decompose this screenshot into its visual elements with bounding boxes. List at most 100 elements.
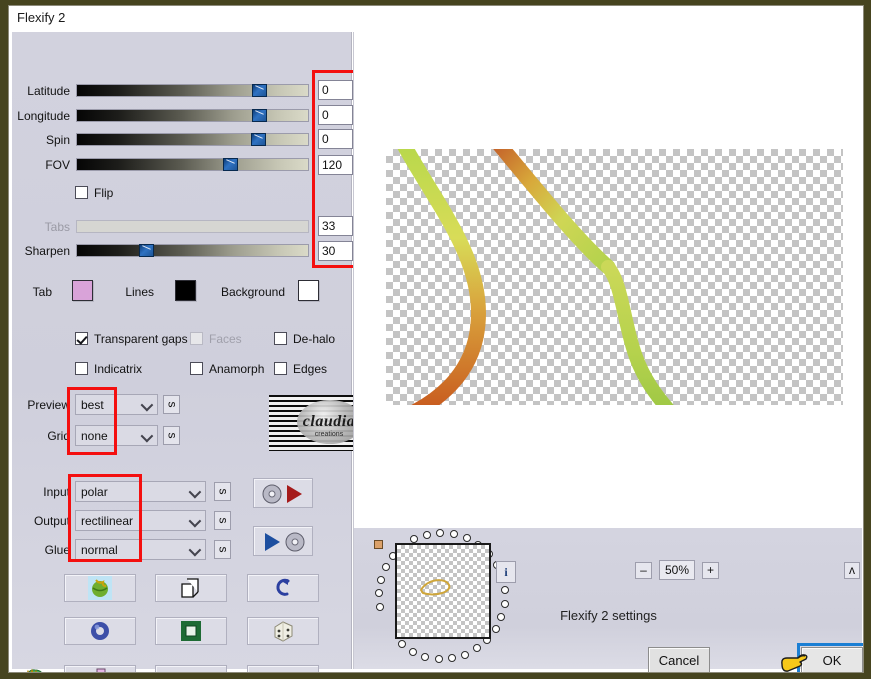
- checkbox-de-halo[interactable]: [274, 332, 287, 345]
- checkbox-label-anamorph: Anamorph: [209, 362, 265, 376]
- preview-canvas[interactable]: [353, 32, 862, 528]
- navigator-checker: [397, 545, 489, 637]
- orientation-dot[interactable]: [375, 589, 384, 598]
- cancel-button[interactable]: Cancel: [648, 647, 710, 672]
- combo-label-output: Output: [33, 514, 70, 528]
- slider-track-spin[interactable]: [76, 133, 309, 146]
- color-label-lines: Lines: [125, 285, 154, 299]
- checkbox-label-flip: Flip: [94, 186, 114, 200]
- frog-head-icon[interactable]: [22, 664, 52, 672]
- slider-label-fov: FOV: [45, 158, 70, 172]
- orientation-dot[interactable]: [422, 530, 431, 539]
- combo-preview[interactable]: best: [75, 394, 158, 415]
- orientation-dot[interactable]: [462, 534, 471, 543]
- icon-button-dice[interactable]: [247, 617, 319, 645]
- slider-value-longitude[interactable]: 0: [318, 105, 353, 125]
- window-title-bar[interactable]: Flexify 2: [9, 6, 863, 32]
- slider-label-sharpen: Sharpen: [24, 244, 70, 258]
- orientation-dot[interactable]: [461, 650, 470, 659]
- icon-button-green-frame[interactable]: [155, 617, 227, 645]
- combo-output[interactable]: rectilinear: [75, 510, 206, 531]
- checkbox-anamorph[interactable]: [190, 362, 203, 375]
- grid-s-button[interactable]: s: [163, 426, 180, 445]
- combo-value-input: polar: [81, 485, 108, 499]
- slider-track-longitude[interactable]: [76, 109, 309, 122]
- chevron-down-icon: [188, 543, 202, 557]
- checkbox-edges[interactable]: [274, 362, 287, 375]
- zoom-level-display[interactable]: 50%: [659, 560, 695, 580]
- color-label-tab: Tab: [32, 285, 52, 299]
- zoom-out-button[interactable]: –: [635, 562, 652, 579]
- combo-value-grid: none: [81, 429, 108, 443]
- slider-value-sharpen[interactable]: 30: [318, 241, 353, 261]
- slider-thumb-fov[interactable]: [223, 158, 238, 171]
- slider-thumb-sharpen[interactable]: [139, 244, 154, 257]
- checkbox-indicatrix[interactable]: [75, 362, 88, 375]
- orientation-dot[interactable]: [448, 654, 457, 663]
- orientation-selected-marker[interactable]: [374, 540, 383, 549]
- slider-value-tabs[interactable]: 33: [318, 216, 353, 236]
- icon-button-globe-thumbnail[interactable]: [64, 574, 136, 602]
- hand-cursor-pointer: [780, 648, 814, 672]
- icon-button-undo[interactable]: [247, 574, 319, 602]
- slider-thumb-latitude[interactable]: [252, 84, 267, 97]
- slider-value-spin[interactable]: 0: [318, 129, 353, 149]
- chevron-down-icon: [188, 514, 202, 528]
- cross-net-icon: [88, 667, 112, 672]
- orientation-dot[interactable]: [473, 644, 482, 653]
- icon-button-torus[interactable]: [64, 617, 136, 645]
- icon-button-copy-pages[interactable]: [155, 574, 227, 602]
- slider-value-latitude[interactable]: 0: [318, 80, 353, 100]
- controls-panel: Latitude 0 Longitude 0 Spin 0 FOV 120 Fl…: [12, 32, 389, 672]
- icon-button-cross-net[interactable]: [64, 665, 136, 672]
- navigator-thumbnail[interactable]: [395, 543, 491, 639]
- orientation-dot[interactable]: [381, 563, 390, 572]
- orientation-dot[interactable]: [434, 654, 443, 663]
- color-swatch-background[interactable]: [298, 280, 319, 301]
- slider-label-longitude: Longitude: [17, 109, 70, 123]
- zoom-in-button[interactable]: +: [702, 562, 719, 579]
- globe-thumbnail-icon: [88, 576, 112, 600]
- orientation-dot[interactable]: [449, 530, 458, 539]
- preview-s-button[interactable]: s: [163, 395, 180, 414]
- orientation-dot[interactable]: [491, 624, 500, 633]
- orientation-dot[interactable]: [500, 586, 509, 595]
- window-title: Flexify 2: [17, 10, 66, 25]
- input-s-button[interactable]: s: [214, 482, 231, 501]
- icon-button-blue-gem[interactable]: [247, 665, 319, 672]
- desktop-backdrop: Flexify 2 Latitude 0 Longitude 0 Spin 0 …: [0, 0, 871, 679]
- slider-thumb-longitude[interactable]: [252, 109, 267, 122]
- output-preview-button[interactable]: [253, 526, 313, 556]
- orientation-dot[interactable]: [408, 647, 417, 656]
- orientation-dot[interactable]: [397, 640, 406, 649]
- icon-button-lego-brick[interactable]: [155, 665, 227, 672]
- orientation-dot[interactable]: [421, 652, 430, 661]
- slider-track-latitude[interactable]: [76, 84, 309, 97]
- slider-track-fov[interactable]: [76, 158, 309, 171]
- orientation-dot[interactable]: [500, 599, 509, 608]
- combo-glue[interactable]: normal: [75, 539, 206, 560]
- collapse-panel-button[interactable]: ʌ: [844, 562, 860, 579]
- info-button[interactable]: i: [496, 561, 516, 583]
- dice-icon: [271, 619, 295, 643]
- slider-thumb-spin[interactable]: [251, 133, 266, 146]
- color-swatch-lines[interactable]: [175, 280, 196, 301]
- combo-label-glue: Glue: [44, 543, 70, 557]
- preview-transparency-checker: [386, 149, 843, 405]
- chevron-down-icon: [188, 485, 202, 499]
- color-swatch-tab[interactable]: [72, 280, 93, 301]
- combo-input[interactable]: polar: [75, 481, 206, 502]
- glue-s-button[interactable]: s: [214, 540, 231, 559]
- orientation-dot[interactable]: [377, 576, 386, 585]
- checkbox-transparent-gaps[interactable]: [75, 332, 88, 345]
- checkbox-flip[interactable]: [75, 186, 88, 199]
- combo-grid[interactable]: none: [75, 425, 158, 446]
- orientation-dot[interactable]: [436, 529, 445, 538]
- output-s-button[interactable]: s: [214, 511, 231, 530]
- slider-track-sharpen[interactable]: [76, 244, 309, 257]
- checkbox-label-edges: Edges: [293, 362, 328, 376]
- slider-value-fov[interactable]: 120: [318, 155, 353, 175]
- combo-value-output: rectilinear: [81, 514, 134, 528]
- preview-bottom-bar: i – 50% + ʌ Flexify 2 settings Cancel OK: [353, 528, 863, 672]
- input-preview-button[interactable]: [253, 478, 313, 508]
